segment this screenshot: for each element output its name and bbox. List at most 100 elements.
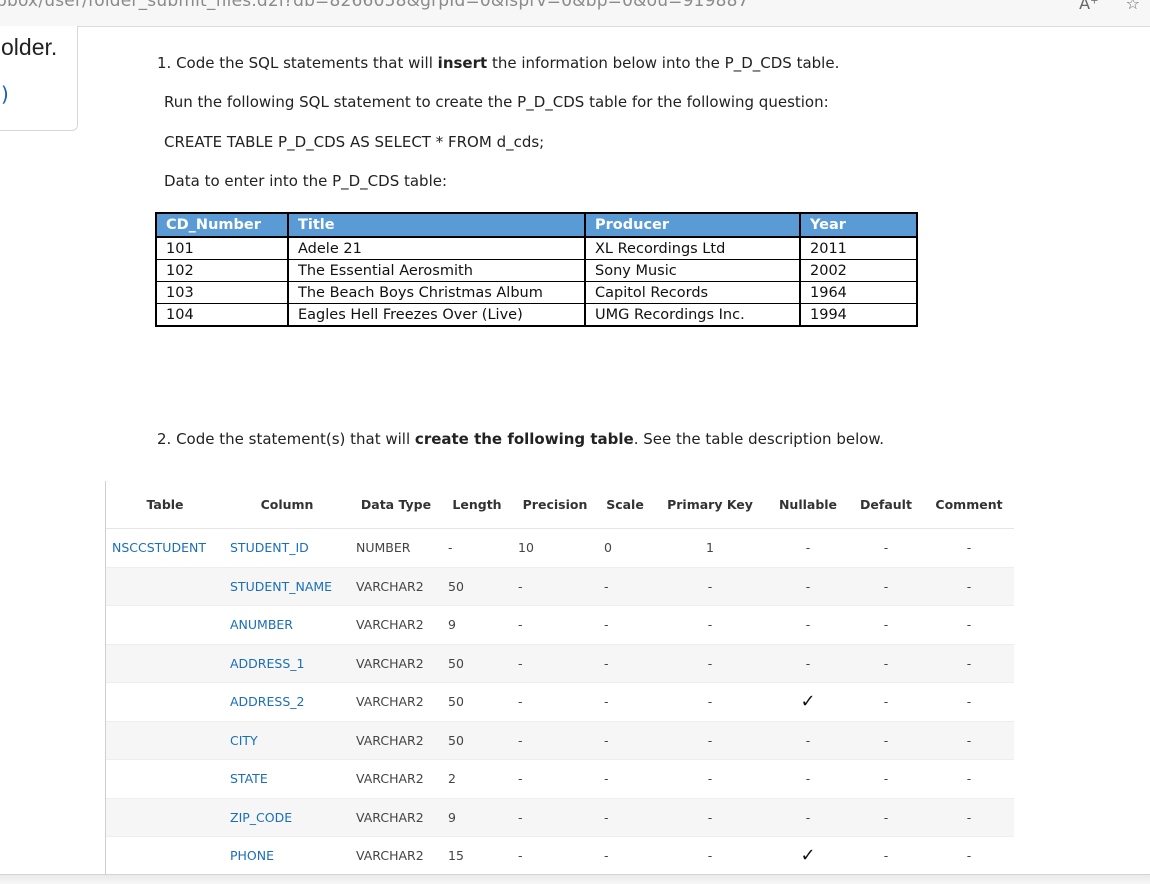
table-name-link	[106, 797, 224, 837]
cds-header-row: CD_Number Title Producer Year	[155, 212, 918, 238]
description-cell: -	[652, 682, 768, 721]
cds-cell: 102	[155, 259, 289, 282]
column-name-link[interactable]: STUDENT_NAME	[224, 566, 350, 606]
cds-header-cell: Producer	[584, 212, 801, 238]
description-cell: 10	[512, 528, 598, 567]
description-row: ADDRESS_1 VARCHAR2 50- - - - - -	[106, 643, 1014, 683]
description-header-cell: Comment	[924, 481, 1014, 529]
description-cell: VARCHAR2	[350, 566, 442, 606]
description-cell: -	[652, 797, 768, 837]
description-cell: -	[848, 566, 924, 606]
cds-header-cell: CD_Number	[155, 212, 289, 238]
description-cell: -	[768, 528, 848, 567]
cds-row: 104 Eagles Hell Freezes Over (Live) UMG Re…	[155, 303, 918, 327]
browser-address-bar[interactable]: pbox/user/folder_submit_files.d2l?db=826…	[0, 0, 1150, 27]
description-header-cell: Table	[106, 481, 224, 529]
description-cell: -	[598, 836, 652, 875]
description-cell: -	[924, 566, 1014, 606]
table-name-link	[106, 759, 224, 798]
column-name-link[interactable]: ZIP_CODE	[224, 797, 350, 837]
description-cell: -	[768, 720, 848, 760]
table-name-link[interactable]: NSCCSTUDENT	[106, 528, 224, 567]
description-cell: -	[512, 720, 598, 760]
question-2-suffix: . See the table description below.	[633, 430, 885, 448]
description-cell: NUMBER	[350, 528, 442, 567]
description-cell: -	[924, 643, 1014, 683]
description-header-cell: Column	[224, 481, 350, 529]
url-text[interactable]: pbox/user/folder_submit_files.d2l?db=826…	[0, 0, 749, 11]
text-size-icon[interactable]: A⁺	[1079, 0, 1098, 13]
description-row: CITY VARCHAR2 50- - - - - -	[106, 720, 1014, 760]
favorite-icon[interactable]: ☆	[1126, 0, 1140, 13]
description-cell: 2	[442, 759, 512, 798]
column-name-link[interactable]: ADDRESS_2	[224, 682, 350, 721]
description-row: PHONE VARCHAR2 15- - - ✓ - -	[106, 836, 1014, 875]
question-1-sql: CREATE TABLE P_D_CDS AS SELECT * FROM d_…	[164, 133, 545, 151]
description-cell: -	[848, 643, 924, 683]
cds-cell: 2011	[799, 236, 918, 260]
cds-cell: 101	[155, 236, 289, 260]
column-name-link[interactable]: STATE	[224, 759, 350, 798]
cds-data-table: CD_Number Title Producer Year 101 Adele 21 XL…	[155, 212, 918, 327]
description-cell: 15	[442, 836, 512, 875]
table-name-link	[106, 682, 224, 721]
column-name-link[interactable]: PHONE	[224, 836, 350, 875]
description-cell: -	[848, 759, 924, 798]
description-header-cell: Primary Key	[652, 481, 768, 529]
description-cell: -	[768, 605, 848, 644]
description-row: ZIP_CODE VARCHAR2 9- - - - - -	[106, 797, 1014, 837]
description-cell: -	[652, 605, 768, 644]
description-cell: -	[512, 643, 598, 683]
column-name-link[interactable]: STUDENT_ID	[224, 528, 350, 567]
column-name-link[interactable]: ANUMBER	[224, 605, 350, 644]
cds-cell: 1964	[799, 281, 918, 304]
description-cell: -	[598, 759, 652, 798]
description-row: ADDRESS_2 VARCHAR2 50- - - ✓ - -	[106, 682, 1014, 721]
cds-cell: The Beach Boys Christmas Album	[287, 281, 586, 304]
check-icon: ✓	[800, 845, 816, 867]
left-panel-text: older.	[1, 34, 58, 60]
left-panel-link[interactable]: )	[1, 82, 9, 106]
description-cell: 50	[442, 566, 512, 606]
description-header-cell: Scale	[598, 481, 652, 529]
description-header-cell: Nullable	[768, 481, 848, 529]
description-cell: -	[598, 605, 652, 644]
description-cell: VARCHAR2	[350, 682, 442, 721]
description-cell: ✓	[768, 836, 848, 875]
description-cell: VARCHAR2	[350, 720, 442, 760]
table-name-link	[106, 720, 224, 760]
description-cell: -	[512, 605, 598, 644]
cds-cell: Capitol Records	[584, 281, 801, 304]
question-1-bold: insert	[437, 54, 488, 72]
cds-cell: The Essential Aerosmith	[287, 259, 586, 282]
cds-header-cell: Title	[287, 212, 586, 238]
cds-cell: 1994	[799, 303, 918, 327]
description-row: ANUMBER VARCHAR2 9- - - - - -	[106, 605, 1014, 644]
description-cell: -	[768, 759, 848, 798]
description-cell: VARCHAR2	[350, 759, 442, 798]
description-cell: -	[512, 759, 598, 798]
description-cell: -	[652, 566, 768, 606]
table-name-link	[106, 643, 224, 683]
cds-cell: 103	[155, 281, 289, 304]
description-cell: -	[848, 528, 924, 567]
description-cell: 9	[442, 797, 512, 837]
cds-cell: 104	[155, 303, 289, 327]
description-cell: -	[512, 566, 598, 606]
description-header-row: Table Column Data Type Length Precision Scale…	[106, 481, 1014, 529]
description-header-cell: Precision	[512, 481, 598, 529]
description-cell: 50	[442, 682, 512, 721]
column-name-link[interactable]: ADDRESS_1	[224, 643, 350, 683]
description-cell: ✓	[768, 682, 848, 721]
description-cell: -	[652, 720, 768, 760]
description-cell: -	[512, 797, 598, 837]
description-cell: -	[924, 682, 1014, 721]
cds-cell: Adele 21	[287, 236, 586, 260]
browser-toolbar-icons: A⁺ ☆	[1057, 0, 1140, 13]
left-panel-card: older. )	[0, 26, 78, 131]
description-cell: -	[924, 797, 1014, 837]
column-name-link[interactable]: CITY	[224, 720, 350, 760]
description-cell: -	[924, 528, 1014, 567]
question-1-data-line: Data to enter into the P_D_CDS table:	[164, 172, 448, 190]
description-cell: 50	[442, 643, 512, 683]
